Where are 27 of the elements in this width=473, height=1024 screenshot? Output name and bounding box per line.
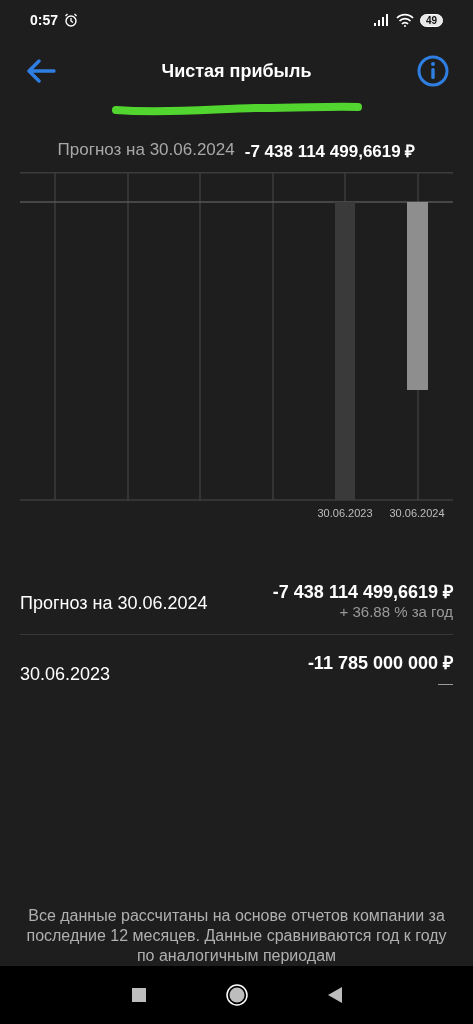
info-button[interactable]	[417, 55, 449, 87]
forecast-caption: Прогноз на 30.06.2024	[57, 140, 235, 160]
row-change: + 36.88 % за год	[339, 603, 453, 620]
row-label: 30.06.2023	[20, 662, 111, 685]
home-button[interactable]	[225, 984, 248, 1006]
row-value: -7 438 114 499,6619 ₽	[272, 581, 453, 603]
recent-apps-button[interactable]	[131, 988, 146, 1002]
circle-icon	[225, 984, 248, 1006]
info-icon	[417, 55, 449, 87]
footnote-text: Все данные рассчитаны на основе отчетов компании за последние 12 месяцев. Данные сравниваются год к году по аналогичным периодам	[25, 906, 448, 966]
alarm-clock-icon	[64, 13, 79, 27]
row-label: Прогноз на 30.06.2024	[20, 592, 208, 614]
back-button[interactable]	[26, 59, 56, 83]
screen-title: Чистая прибыль	[161, 60, 312, 82]
wifi-icon	[395, 13, 414, 27]
battery-indicator: 49	[419, 13, 443, 27]
forecast-value: -7 438 114 499,6619 ₽	[244, 140, 416, 162]
row-value: -11 785 000 000 ₽	[307, 651, 453, 674]
axis-label: 30.06.2023	[317, 507, 373, 519]
back-arrow-icon	[26, 59, 56, 83]
status-time: 0:57	[30, 12, 59, 28]
back-nav-button[interactable]	[327, 987, 342, 1003]
square-icon	[131, 988, 146, 1002]
triangle-icon	[327, 987, 342, 1003]
signal-icon	[373, 14, 390, 26]
row-change: —	[438, 673, 453, 691]
axis-label: 30.06.2024	[389, 507, 445, 519]
